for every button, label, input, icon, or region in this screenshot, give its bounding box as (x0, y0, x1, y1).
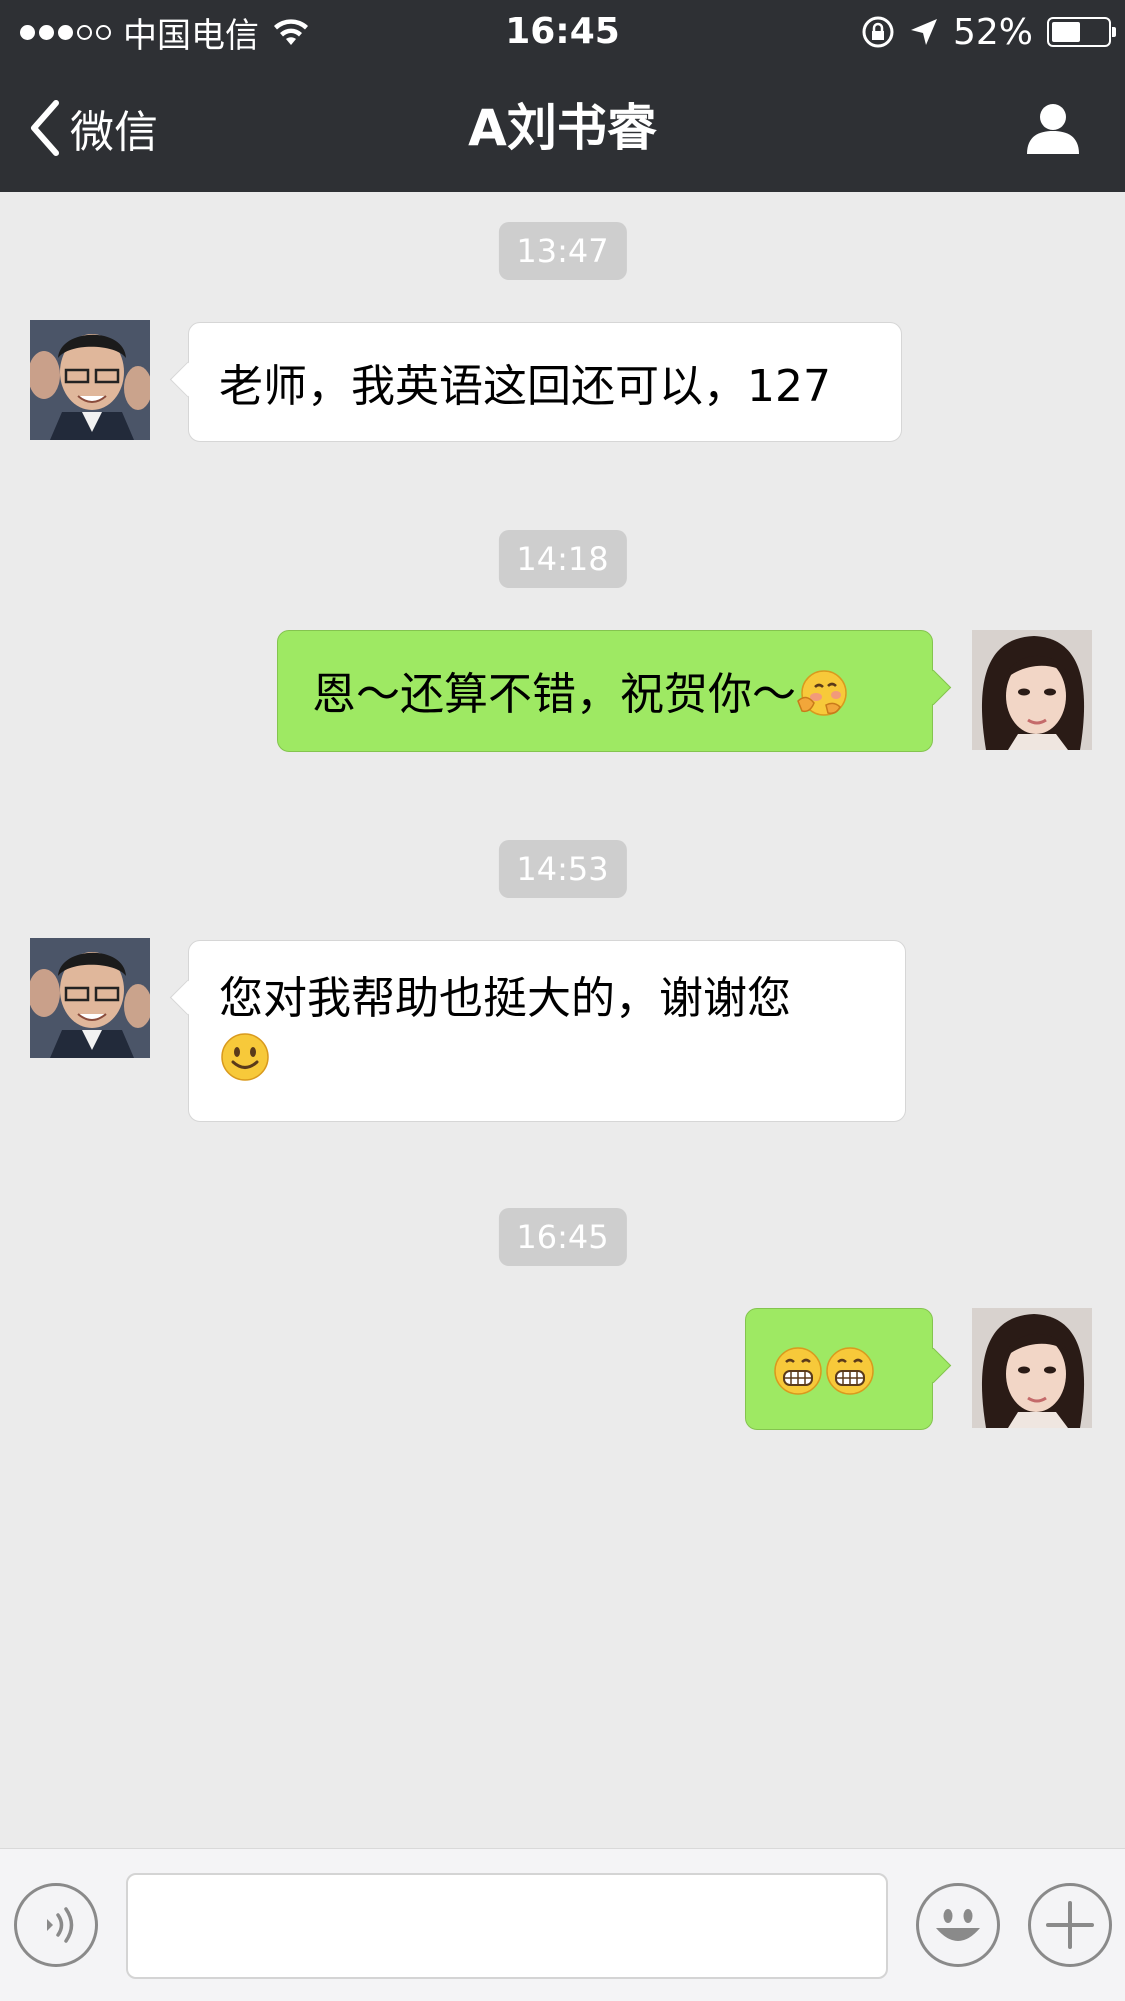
chat-area[interactable]: 13:47 老师，我英语这回还可以，127 14:18 恩～还算不错，祝贺你～ (0, 192, 1125, 1848)
message-bubble-outgoing[interactable] (745, 1308, 933, 1430)
user-avatar[interactable] (972, 630, 1092, 750)
more-button[interactable] (1028, 1883, 1112, 1967)
rotation-lock-icon (862, 16, 894, 48)
user-avatar[interactable] (972, 1308, 1092, 1428)
location-arrow-icon (910, 19, 937, 45)
message-text: 老师，我英语这回还可以，127 (219, 361, 831, 412)
input-bar (0, 1848, 1125, 2001)
message-bubble-incoming[interactable]: 您对我帮助也挺大的，谢谢您 (188, 940, 906, 1122)
message-input[interactable] (126, 1873, 888, 1979)
nav-bar: 微信 A刘书睿 (0, 64, 1125, 192)
top-bar: 中国电信 16:45 52% 微信 A刘书睿 (0, 0, 1125, 192)
message-timestamp: 14:18 (498, 530, 627, 588)
person-icon[interactable] (1025, 100, 1081, 156)
message-bubble-incoming[interactable]: 老师，我英语这回还可以，127 (188, 322, 902, 442)
emoji-button[interactable] (916, 1883, 1000, 1967)
message-bubble-outgoing[interactable]: 恩～还算不错，祝贺你～ (277, 630, 933, 752)
smile-emoji (221, 1033, 269, 1081)
message-timestamp: 16:45 (498, 1208, 627, 1266)
battery-icon (1047, 17, 1116, 47)
voice-button[interactable] (14, 1883, 98, 1967)
contact-avatar[interactable] (30, 938, 150, 1058)
message-text: 您对我帮助也挺大的，谢谢您 (219, 973, 791, 1024)
battery-percent: 52% (952, 11, 1033, 53)
message-text: 恩～还算不错，祝贺你～ (312, 669, 796, 720)
plus-icon (1046, 1901, 1094, 1949)
status-bar: 中国电信 16:45 52% (0, 0, 1125, 64)
contact-avatar[interactable] (30, 320, 150, 440)
message-timestamp: 14:53 (498, 840, 627, 898)
emoji-icon (936, 1909, 980, 1941)
grin-emoji (826, 1347, 874, 1395)
hug-emoji (797, 670, 847, 716)
chat-title: A刘书睿 (468, 99, 657, 157)
voice-icon (47, 1907, 74, 1943)
grin-emoji (774, 1347, 822, 1395)
message-timestamp: 13:47 (498, 222, 627, 280)
